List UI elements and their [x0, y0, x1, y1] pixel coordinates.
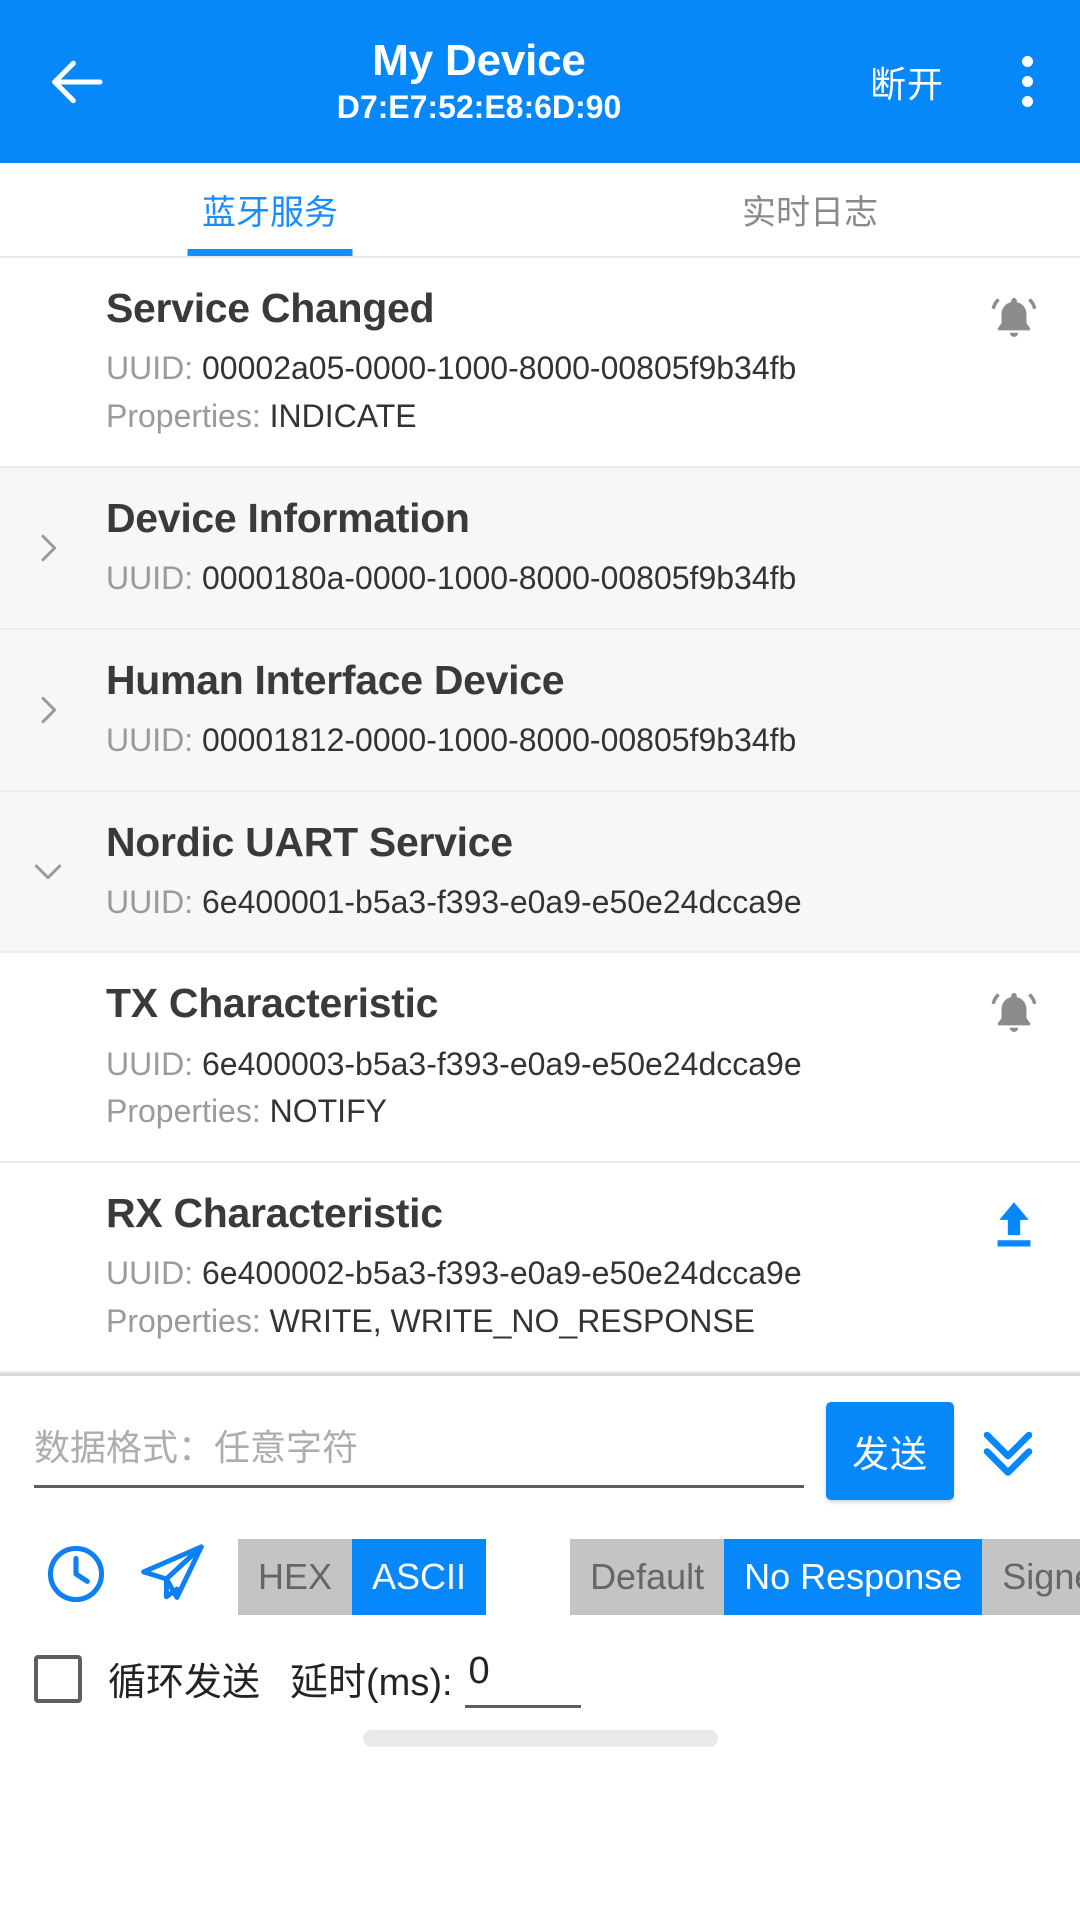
- double-chevron-down-icon: [972, 1414, 1044, 1491]
- bottom-handle-area: [0, 1708, 1080, 1747]
- list-item[interactable]: Human Interface Device UUID: 00001812-00…: [0, 629, 1080, 792]
- item-uuid-line: UUID: 6e400003-b5a3-f393-e0a9-e50e24dcca…: [106, 1044, 1040, 1086]
- write-type-option-default[interactable]: Default: [570, 1538, 725, 1615]
- device-title-block: My Device D7:E7:52:E8:6D:90: [108, 36, 860, 127]
- back-button[interactable]: [34, 40, 118, 124]
- app-bar: My Device D7:E7:52:E8:6D:90 断开: [0, 0, 1080, 163]
- uuid-label: UUID:: [106, 350, 194, 387]
- page-title: My Device: [372, 35, 586, 85]
- chevron-down-icon: [26, 849, 70, 893]
- overflow-menu-button[interactable]: [996, 40, 1058, 124]
- tab-label: 实时日志: [742, 194, 878, 232]
- list-item[interactable]: Device Information UUID: 0000180a-0000-1…: [0, 467, 1080, 630]
- format-option-hex[interactable]: HEX: [238, 1538, 353, 1615]
- uuid-value: 00001812-0000-1000-8000-00805f9b34fb: [202, 721, 797, 758]
- write-type-segmented-control: Default No Response Signed: [570, 1538, 1080, 1615]
- upload-arrow-icon: [985, 1196, 1043, 1259]
- tab-realtime-log[interactable]: 实时日志: [540, 163, 1080, 256]
- uuid-label: UUID:: [106, 721, 194, 758]
- data-input-wrapper: [34, 1421, 804, 1489]
- history-button[interactable]: [28, 1534, 124, 1620]
- notifications-active-bell-icon: [984, 290, 1044, 355]
- send-panel: 发送: [0, 1372, 1080, 1747]
- gatt-list: Service Changed UUID: 00002a05-0000-1000…: [0, 258, 1080, 1373]
- chevron-right-icon: [26, 688, 70, 732]
- write-type-option-no-response[interactable]: No Response: [724, 1538, 983, 1615]
- tab-bluetooth-services[interactable]: 蓝牙服务: [0, 163, 540, 256]
- disconnect-button[interactable]: 断开: [860, 42, 954, 122]
- item-properties-line: Properties: INDICATE: [106, 396, 1040, 438]
- item-uuid-line: UUID: 6e400002-b5a3-f393-e0a9-e50e24dcca…: [106, 1253, 1040, 1295]
- uuid-value: 0000180a-0000-1000-8000-00805f9b34fb: [202, 559, 797, 596]
- item-name: Device Information: [106, 494, 470, 541]
- uuid-label: UUID:: [106, 559, 194, 596]
- item-name: RX Characteristic: [106, 1190, 443, 1237]
- notify-toggle-button[interactable]: [980, 983, 1048, 1051]
- chevron-right-icon: [26, 526, 70, 570]
- properties-label: Properties:: [106, 1303, 261, 1339]
- loop-send-checkbox[interactable]: [34, 1654, 82, 1703]
- item-name: TX Characteristic: [106, 980, 439, 1027]
- uuid-label: UUID:: [106, 1255, 194, 1292]
- send-toolbar: HEX ASCII Default No Response Signed: [0, 1518, 1080, 1632]
- notify-toggle-button[interactable]: [980, 288, 1048, 356]
- write-upload-button[interactable]: [980, 1193, 1048, 1261]
- arrow-left-icon: [44, 50, 108, 114]
- app-bar-actions: 断开: [860, 40, 1080, 124]
- more-vertical-icon: [1021, 76, 1033, 87]
- send-input-row: 发送: [0, 1376, 1080, 1518]
- item-uuid-line: UUID: 00001812-0000-1000-8000-00805f9b34…: [106, 720, 1040, 762]
- tab-label: 蓝牙服务: [202, 194, 338, 232]
- item-name: Nordic UART Service: [106, 818, 513, 865]
- list-item[interactable]: RX Characteristic UUID: 6e400002-b5a3-f3…: [0, 1163, 1080, 1373]
- write-type-option-signed[interactable]: Signed: [982, 1538, 1080, 1615]
- item-uuid-line: UUID: 00002a05-0000-1000-8000-00805f9b34…: [106, 348, 1040, 390]
- uuid-value: 6e400001-b5a3-f393-e0a9-e50e24dcca9e: [202, 883, 802, 920]
- item-properties-line: Properties: NOTIFY: [106, 1091, 1040, 1133]
- uuid-value: 00002a05-0000-1000-8000-00805f9b34fb: [202, 350, 797, 387]
- notifications-active-bell-icon: [984, 985, 1044, 1050]
- more-vertical-icon: [1021, 96, 1033, 107]
- list-item[interactable]: Service Changed UUID: 00002a05-0000-1000…: [0, 258, 1080, 468]
- uuid-label: UUID:: [106, 883, 194, 920]
- bottom-handle-bar: [362, 1729, 718, 1747]
- quick-send-button[interactable]: [124, 1534, 220, 1620]
- format-option-ascii[interactable]: ASCII: [352, 1538, 487, 1615]
- item-properties-line: Properties: WRITE, WRITE_NO_RESPONSE: [106, 1301, 1040, 1343]
- paper-plane-icon: [135, 1537, 209, 1616]
- properties-label: Properties:: [106, 1093, 261, 1130]
- uuid-value: 6e400003-b5a3-f393-e0a9-e50e24dcca9e: [202, 1045, 802, 1082]
- item-uuid-line: UUID: 0000180a-0000-1000-8000-00805f9b34…: [106, 558, 1040, 600]
- item-name: Human Interface Device: [106, 656, 565, 703]
- delay-input[interactable]: 0: [464, 1650, 581, 1708]
- loop-send-row: 循环发送 延时(ms): 0: [0, 1632, 1080, 1708]
- more-vertical-icon: [1021, 56, 1033, 67]
- tab-bar: 蓝牙服务 实时日志: [0, 163, 1080, 258]
- loop-send-label: 循环发送: [108, 1662, 261, 1705]
- item-uuid-line: UUID: 6e400001-b5a3-f393-e0a9-e50e24dcca…: [106, 882, 1040, 924]
- send-button[interactable]: 发送: [826, 1401, 954, 1500]
- properties-value: WRITE, WRITE_NO_RESPONSE: [269, 1303, 756, 1339]
- properties-label: Properties:: [106, 397, 261, 434]
- properties-value: INDICATE: [269, 397, 417, 434]
- list-item[interactable]: TX Characteristic UUID: 6e400003-b5a3-f3…: [0, 953, 1080, 1164]
- delay-label: 延时(ms):: [290, 1662, 453, 1705]
- data-input[interactable]: [34, 1427, 804, 1470]
- data-format-segmented-control: HEX ASCII: [238, 1538, 487, 1615]
- properties-value: NOTIFY: [269, 1093, 387, 1130]
- device-address: D7:E7:52:E8:6D:90: [336, 89, 622, 126]
- expand-panel-button[interactable]: [964, 1409, 1052, 1497]
- item-name: Service Changed: [106, 285, 435, 331]
- uuid-label: UUID:: [106, 1045, 194, 1082]
- list-item[interactable]: Nordic UART Service UUID: 6e400001-b5a3-…: [0, 791, 1080, 954]
- uuid-value: 6e400002-b5a3-f393-e0a9-e50e24dcca9e: [202, 1255, 802, 1292]
- clock-icon: [42, 1540, 110, 1613]
